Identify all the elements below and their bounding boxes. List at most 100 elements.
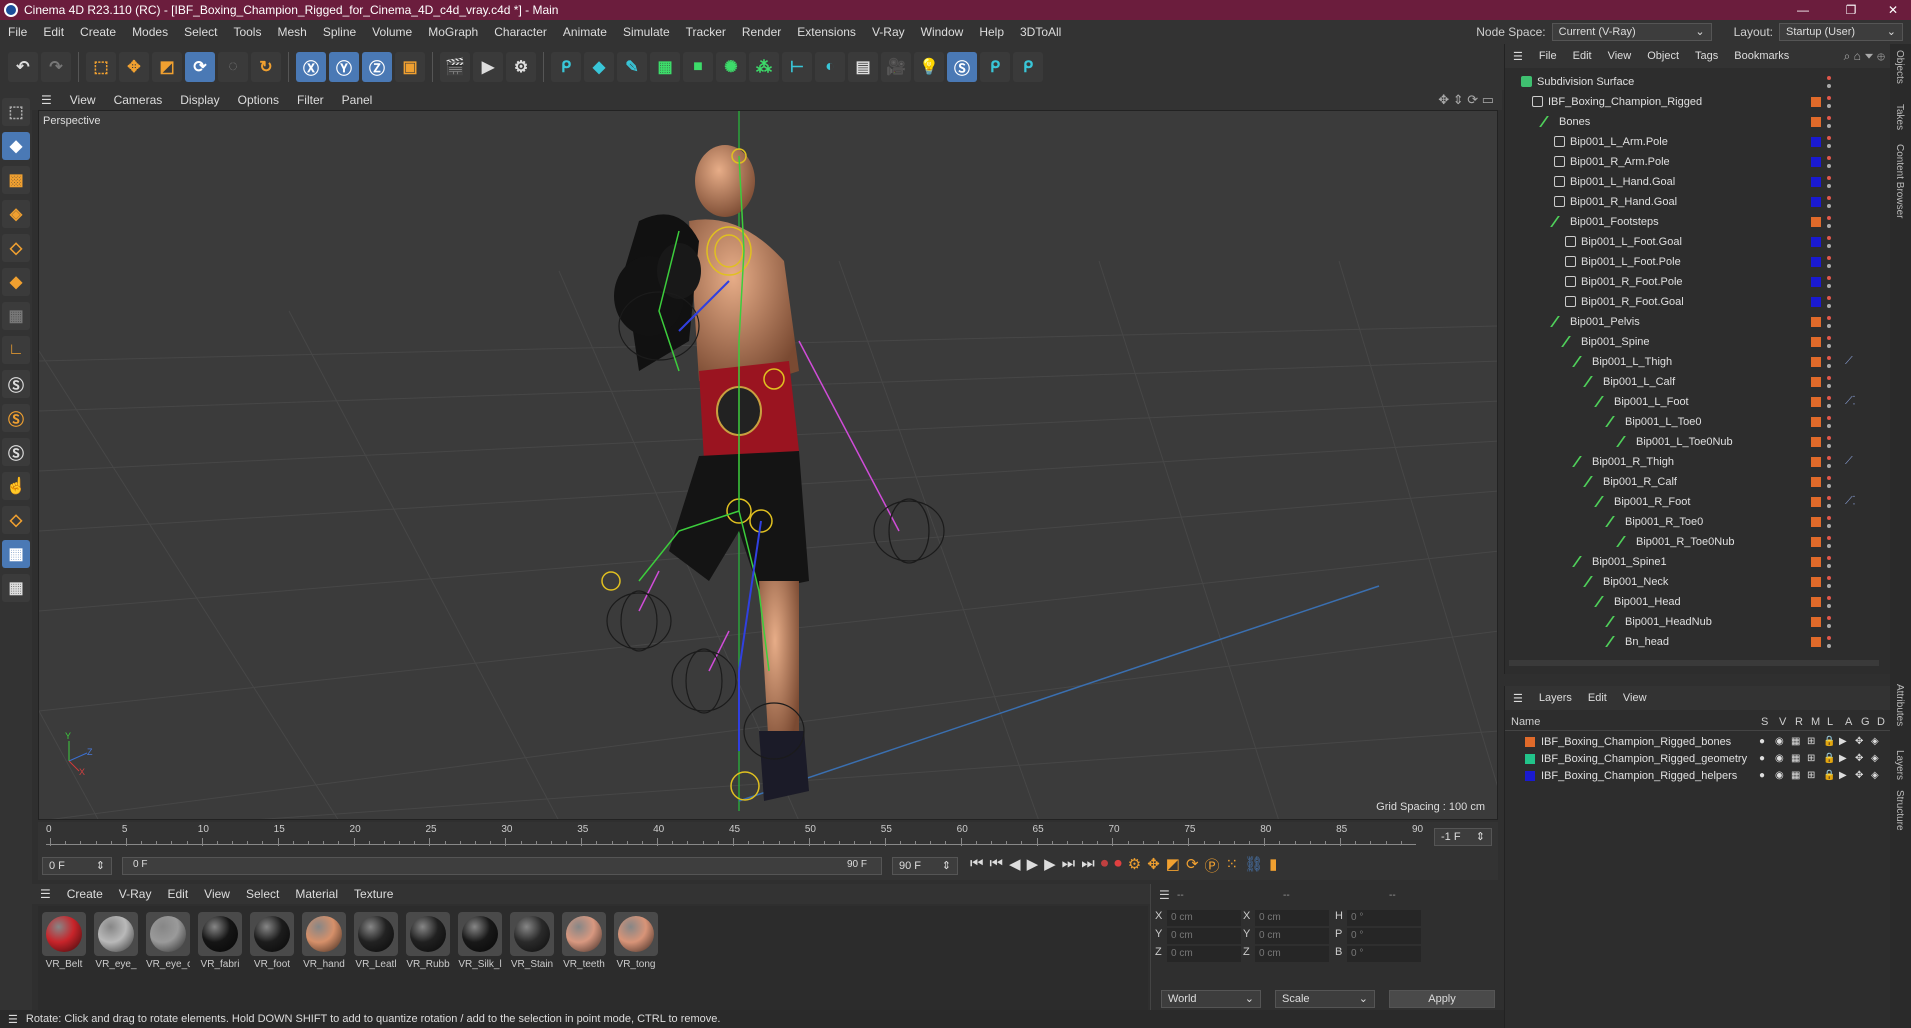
render-visibility-dot[interactable] (1827, 644, 1831, 648)
object-row[interactable]: Bip001_Neck (1505, 572, 1891, 592)
render-visibility-dot[interactable] (1827, 604, 1831, 608)
scale-tool-icon[interactable]: ◩ (152, 52, 182, 82)
render-visibility-dot[interactable] (1827, 544, 1831, 548)
layer-color-swatch[interactable] (1811, 97, 1821, 107)
object-menu-edit[interactable]: Edit (1565, 50, 1600, 62)
editor-visibility-dot[interactable] (1827, 156, 1831, 160)
record-icon[interactable]: ⏺ (1101, 855, 1109, 876)
end-frame-field[interactable]: 90 F ⇕ (892, 857, 958, 875)
coordinate-value-field[interactable]: 0 cm (1167, 910, 1241, 926)
coordinate-mode-dropdown[interactable]: World ⌄ (1161, 990, 1261, 1008)
lock-icon[interactable]: 🔒 (1823, 753, 1835, 764)
render-visibility-dot[interactable] (1827, 224, 1831, 228)
visible-icon[interactable]: ◉ (1775, 736, 1784, 747)
render-visibility-dot[interactable] (1827, 564, 1831, 568)
side-tab-content-browser[interactable]: Content Browser (1894, 144, 1905, 218)
menu-edit[interactable]: Edit (35, 25, 72, 39)
editor-visibility-dot[interactable] (1827, 96, 1831, 100)
quantize-icon[interactable]: Ⓢ (2, 438, 30, 466)
object-row[interactable]: Bip001_R_Calf (1505, 472, 1891, 492)
previous-key-icon[interactable]: ⏮ (990, 855, 1004, 876)
material-menu-material[interactable]: Material (287, 887, 346, 901)
render-visibility-dot[interactable] (1827, 164, 1831, 168)
layer-color-swatch[interactable] (1811, 517, 1821, 527)
render-icon[interactable]: ▦ (1791, 770, 1800, 781)
visible-icon[interactable]: ◉ (1775, 770, 1784, 781)
python-script-icon[interactable]: ᑭ (980, 52, 1010, 82)
menu-volume[interactable]: Volume (364, 25, 420, 39)
generator-icon[interactable]: ✥ (1855, 753, 1863, 764)
recent-tools-icon[interactable]: ◌ (218, 52, 248, 82)
layer-color-swatch[interactable] (1525, 754, 1535, 764)
x-axis-lock-icon[interactable]: Ⓧ (296, 52, 326, 82)
editor-visibility-dot[interactable] (1827, 456, 1831, 460)
object-menu-file[interactable]: File (1531, 50, 1565, 62)
menu-animate[interactable]: Animate (555, 25, 615, 39)
render-visibility-dot[interactable] (1827, 364, 1831, 368)
material-item[interactable]: VR_Rubb (406, 912, 450, 1006)
coordinate-value-field[interactable]: 0 cm (1167, 946, 1241, 962)
live-selection-icon[interactable]: ⬚ (86, 52, 116, 82)
layer-color-swatch[interactable] (1811, 277, 1821, 287)
render-visibility-dot[interactable] (1827, 424, 1831, 428)
editor-visibility-dot[interactable] (1827, 136, 1831, 140)
workplane-icon[interactable]: ☝ (2, 472, 30, 500)
editor-visibility-dot[interactable] (1827, 76, 1831, 80)
timeline-icon[interactable]: ⛓ (1244, 855, 1263, 876)
minimize-button[interactable]: — (1786, 0, 1820, 20)
close-button[interactable]: ✕ (1876, 0, 1910, 20)
object-row[interactable]: Bip001_L_Foot.Pole (1505, 252, 1891, 272)
object-row[interactable]: Bip001_L_Calf (1505, 372, 1891, 392)
visible-icon[interactable]: ◉ (1775, 753, 1784, 764)
viewport-menu-panel[interactable]: Panel (333, 93, 382, 107)
object-row[interactable]: Bip001_HeadNub (1505, 612, 1891, 632)
hamburger-icon[interactable]: ☰ (8, 1013, 18, 1026)
rotation-key-icon[interactable]: ⟳ (1186, 855, 1199, 876)
object-row[interactable]: Bip001_L_Thigh ⟋ (1505, 352, 1891, 372)
editor-visibility-dot[interactable] (1827, 436, 1831, 440)
layer-color-swatch[interactable] (1811, 177, 1821, 187)
edge-mode-icon[interactable]: ◇ (2, 234, 30, 262)
subdivision-surface-icon[interactable]: ▦ (650, 52, 680, 82)
locked-workplane-icon[interactable]: ▦ (2, 540, 30, 568)
render-visibility-dot[interactable] (1827, 404, 1831, 408)
render-visibility-dot[interactable] (1827, 584, 1831, 588)
render-icon[interactable]: ▦ (1791, 736, 1800, 747)
menu-file[interactable]: File (0, 25, 35, 39)
motion-system-icon[interactable]: ▮ (1269, 855, 1277, 876)
editor-visibility-dot[interactable] (1827, 636, 1831, 640)
editor-visibility-dot[interactable] (1827, 556, 1831, 560)
ik-tag-icon[interactable]: ⟋ (1845, 455, 1853, 468)
editor-visibility-dot[interactable] (1827, 316, 1831, 320)
menu-character[interactable]: Character (486, 25, 555, 39)
editor-visibility-dot[interactable] (1827, 596, 1831, 600)
material-item[interactable]: VR_Belt (42, 912, 86, 1006)
object-row[interactable]: Subdivision Surface (1505, 72, 1891, 92)
cloner-icon[interactable]: ✺ (716, 52, 746, 82)
scale-key-icon[interactable]: ◩ (1166, 855, 1180, 876)
render-visibility-dot[interactable] (1827, 84, 1831, 88)
viewport-menu-cameras[interactable]: Cameras (105, 93, 172, 107)
ik-tag-icon[interactable]: ⟋⁚ (1845, 495, 1855, 508)
menu-mesh[interactable]: Mesh (269, 25, 314, 39)
layer-color-swatch[interactable] (1811, 597, 1821, 607)
render-to-picture-viewer-icon[interactable]: ▶ (473, 52, 503, 82)
frame-range-slider[interactable]: 0 F 90 F (122, 857, 882, 875)
layer-color-swatch[interactable] (1811, 337, 1821, 347)
render-visibility-dot[interactable] (1827, 504, 1831, 508)
move-tool-icon[interactable]: ✥ (119, 52, 149, 82)
layer-color-swatch[interactable] (1811, 317, 1821, 327)
object-row[interactable]: Bip001_Spine (1505, 332, 1891, 352)
object-menu-bookmarks[interactable]: Bookmarks (1726, 50, 1797, 62)
position-key-icon[interactable]: ✥ (1147, 855, 1160, 876)
material-item[interactable]: VR_hand (302, 912, 346, 1006)
layer-row[interactable]: IBF_Boxing_Champion_Rigged_helpers ● ◉ ▦ ⊞ 🔒 ▶… (1505, 768, 1891, 785)
object-row[interactable]: Bip001_L_Hand.Goal (1505, 172, 1891, 192)
editor-visibility-dot[interactable] (1827, 376, 1831, 380)
editor-visibility-dot[interactable] (1827, 236, 1831, 240)
object-row[interactable]: Bip001_L_Toe0 (1505, 412, 1891, 432)
camera-icon[interactable]: 🎥 (881, 52, 911, 82)
floor-icon[interactable]: ▤ (848, 52, 878, 82)
object-row[interactable]: Bip001_R_Foot ⟋⁚ (1505, 492, 1891, 512)
start-frame-field[interactable]: 0 F ⇕ (42, 857, 112, 875)
